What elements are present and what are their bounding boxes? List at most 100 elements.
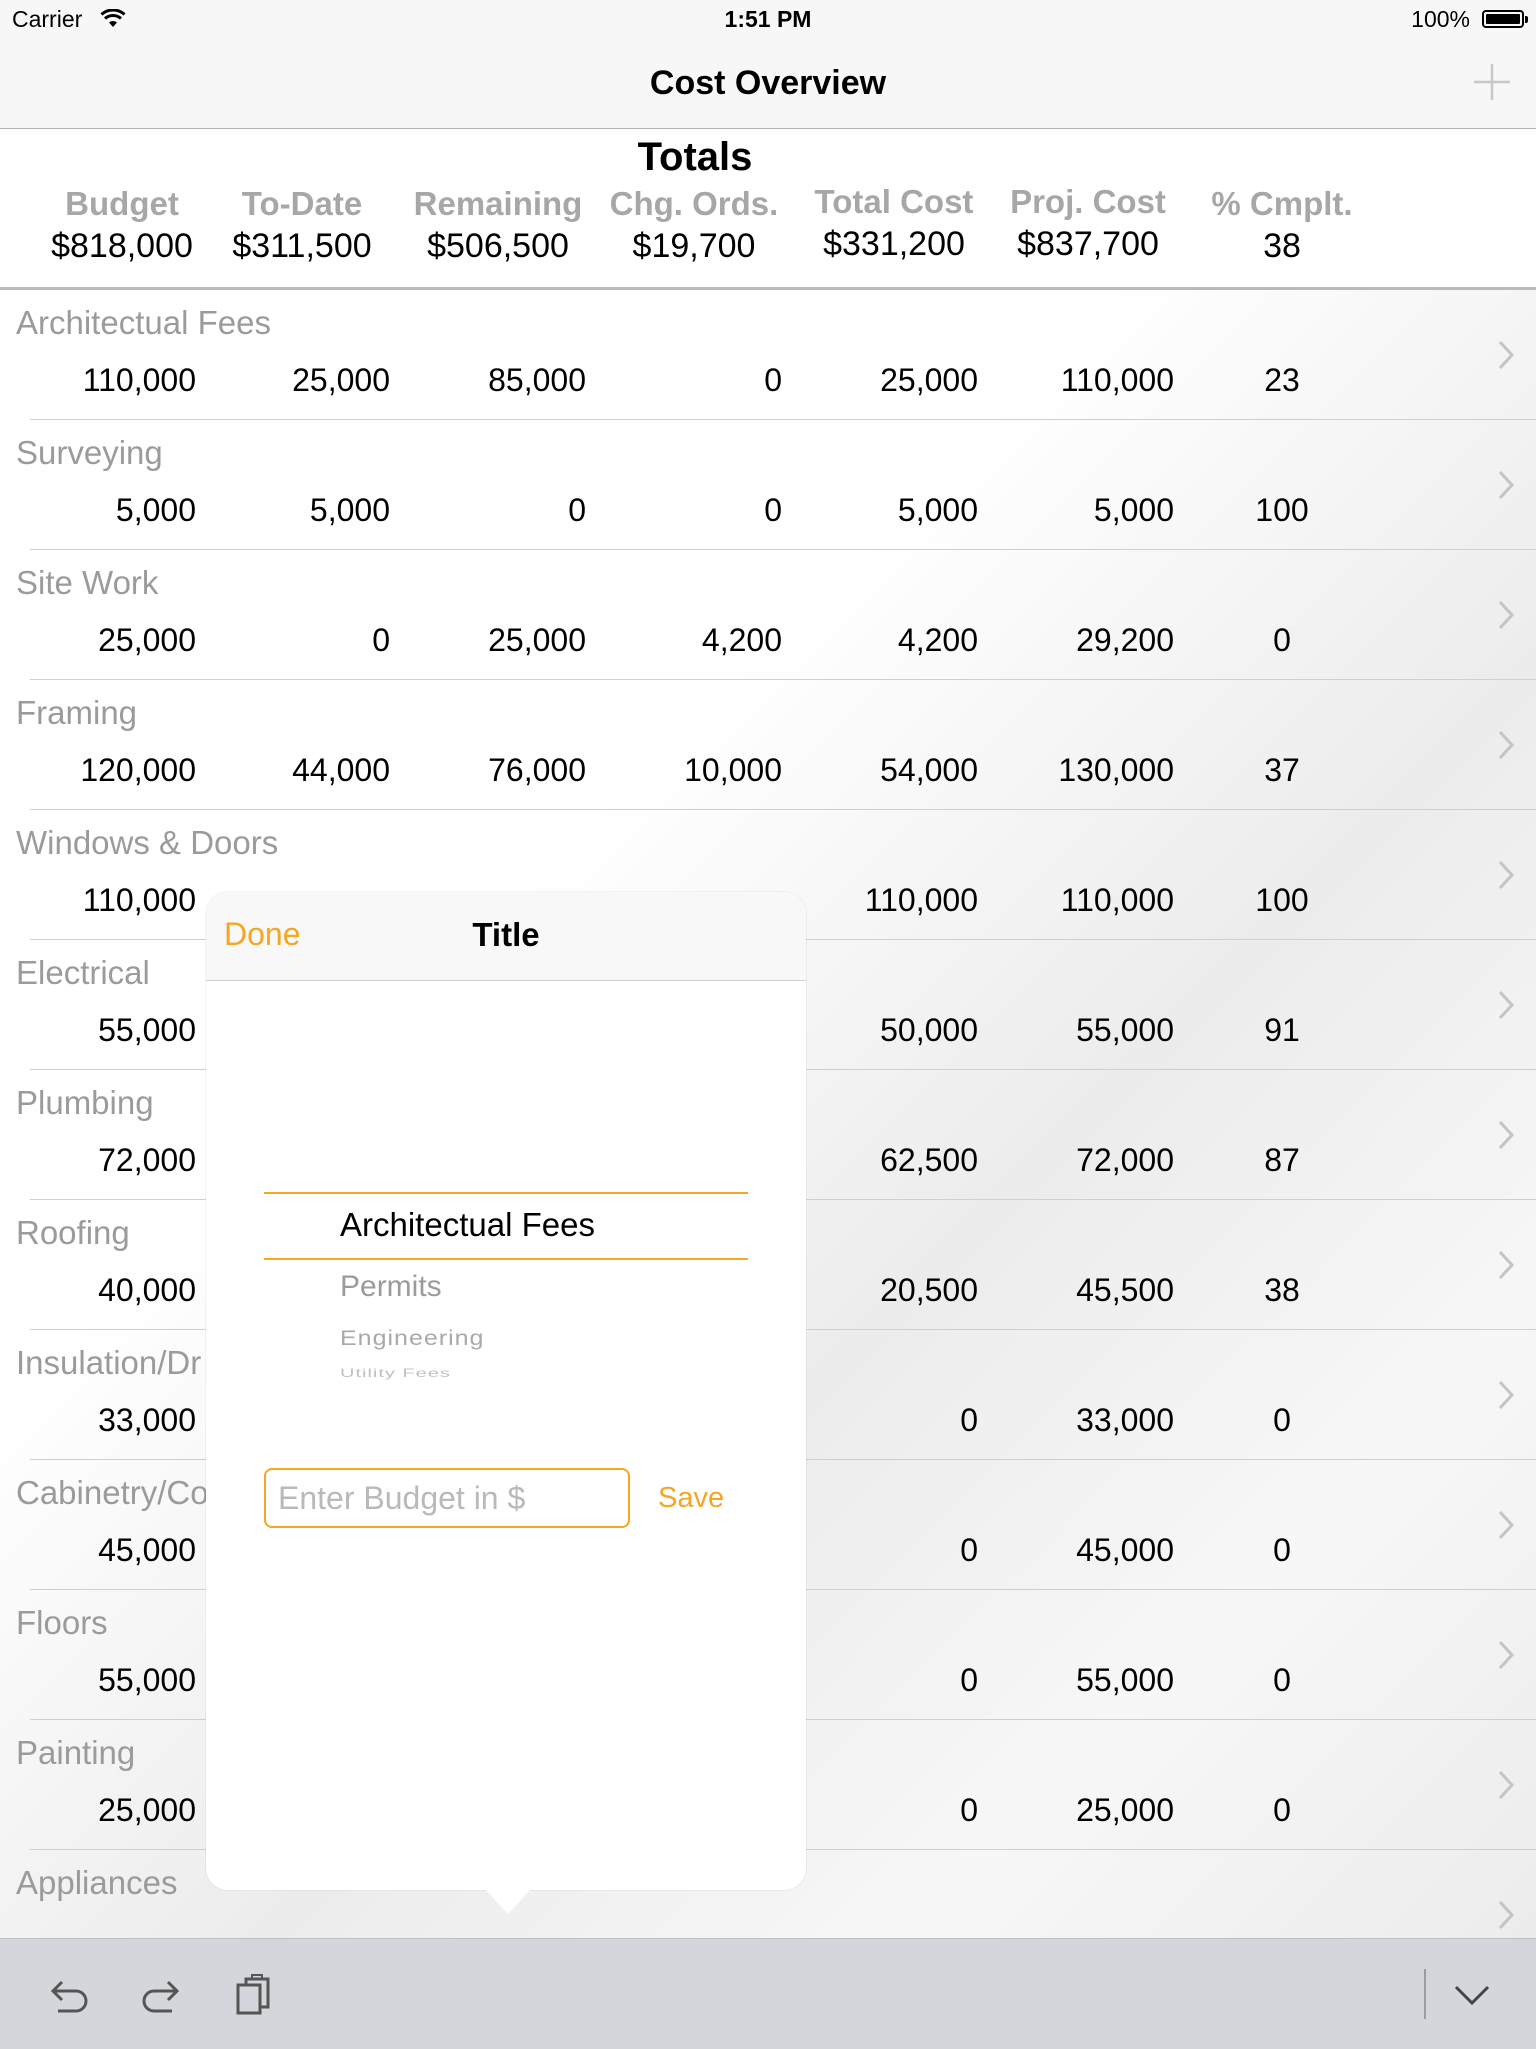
percent-complete-cell: 0 [1273, 1662, 1291, 1698]
total-column-value: $331,200 [823, 225, 965, 263]
amount-cell: 55,000 [98, 1662, 196, 1698]
amount-cell: 72,000 [1076, 1142, 1174, 1178]
amount-cell: 25,000 [1076, 1792, 1174, 1828]
amount-cell: 120,000 [80, 752, 196, 788]
picker-option[interactable]: Engineering [340, 1326, 484, 1351]
undo-icon[interactable] [46, 1973, 94, 2019]
cost-item-name: Architectual Fees [16, 304, 271, 341]
cost-item-name: Windows & Doors [16, 824, 279, 861]
budget-input[interactable] [264, 1468, 630, 1528]
amount-cell: 0 [960, 1402, 978, 1438]
amount-cell: 0 [960, 1532, 978, 1568]
picker-option-selected[interactable]: Architectual Fees [340, 1206, 595, 1244]
total-column-label: Chg. Ords. [609, 185, 779, 222]
amount-cell: 33,000 [1076, 1402, 1174, 1438]
page-title: Cost Overview [649, 64, 887, 102]
cost-item-row[interactable]: Architectual Fees 110,000 25,000 85,000 0 25,… [0, 290, 1536, 420]
amount-cell: 25,000 [98, 1792, 196, 1828]
chevron-right-icon[interactable] [1496, 468, 1516, 502]
percent-complete-cell: 91 [1264, 1012, 1300, 1048]
chevron-right-icon[interactable] [1496, 858, 1516, 892]
chevron-right-icon[interactable] [1496, 1118, 1516, 1152]
chevron-right-icon[interactable] [1496, 1378, 1516, 1412]
amount-cell: 29,200 [1076, 622, 1174, 658]
cost-item-name: Electrical [16, 954, 150, 991]
amount-cell: 45,000 [1076, 1532, 1174, 1568]
amount-cell: 25,000 [292, 362, 390, 398]
cost-item-row[interactable]: Surveying 5,000 5,000 0 0 5,000 5,000 100 [0, 420, 1536, 550]
amount-cell: 54,000 [880, 752, 978, 788]
picker-selection-line-bottom [264, 1258, 748, 1260]
amount-cell: 25,000 [880, 362, 978, 398]
amount-cell: 40,000 [98, 1272, 196, 1308]
total-column-value: $506,500 [427, 227, 569, 265]
save-button[interactable]: Save [658, 1482, 724, 1515]
total-projected-cost: Proj. Cost $837,700 [990, 183, 1186, 264]
total-percent-complete: % Cmplt. 38 [1184, 185, 1380, 266]
add-button[interactable] [1470, 60, 1514, 104]
plus-icon [1474, 64, 1510, 100]
chevron-right-icon[interactable] [1496, 1508, 1516, 1542]
amount-cell: 44,000 [292, 752, 390, 788]
chevron-down-icon[interactable] [1448, 1973, 1496, 2019]
amount-cell: 5,000 [897, 492, 978, 528]
amount-cell: 0 [372, 622, 390, 658]
chevron-right-icon[interactable] [1496, 598, 1516, 632]
total-budget: Budget $818,000 [24, 185, 220, 266]
popover-title: Title [472, 916, 540, 953]
cost-item-name: Plumbing [16, 1084, 154, 1121]
cost-item-name: Insulation/Dr [16, 1344, 202, 1381]
total-column-label: Budget [65, 185, 179, 222]
percent-complete-cell: 0 [1273, 1402, 1291, 1438]
amount-cell: 62,500 [880, 1142, 978, 1178]
chevron-right-icon[interactable] [1496, 1898, 1516, 1932]
toolbar-divider [1424, 1969, 1426, 2019]
redo-icon[interactable] [136, 1973, 184, 2019]
navigation-bar: Cost Overview [0, 40, 1536, 129]
amount-cell: 5,000 [309, 492, 390, 528]
title-picker-wheel[interactable]: Architectual Fees Permits Engineering Ut… [264, 1192, 748, 1412]
amount-cell: 5,000 [115, 492, 196, 528]
cost-item-name: Roofing [16, 1214, 130, 1251]
amount-cell: 0 [764, 492, 782, 528]
cost-item-name: Surveying [16, 434, 163, 471]
percent-complete-cell: 100 [1255, 492, 1309, 528]
total-column-value: $311,500 [232, 227, 372, 265]
chevron-right-icon[interactable] [1496, 1638, 1516, 1672]
percent-complete-cell: 23 [1264, 362, 1300, 398]
cost-item-name: Painting [16, 1734, 136, 1771]
amount-cell: 55,000 [1076, 1012, 1174, 1048]
amount-cell: 76,000 [488, 752, 586, 788]
percent-complete-cell: 87 [1264, 1142, 1300, 1178]
picker-option[interactable]: Utility Fees [340, 1367, 451, 1381]
amount-cell: 50,000 [880, 1012, 978, 1048]
cost-item-row[interactable]: Site Work 25,000 0 25,000 4,200 4,200 29,200 0 [0, 550, 1536, 680]
chevron-right-icon[interactable] [1496, 1768, 1516, 1802]
amount-cell: 10,000 [684, 752, 782, 788]
chevron-right-icon[interactable] [1496, 1248, 1516, 1282]
picker-option[interactable]: Permits [340, 1270, 442, 1304]
popover-arrow [484, 1888, 532, 1914]
bottom-toolbar [0, 1938, 1536, 2049]
amount-cell: 85,000 [488, 362, 586, 398]
total-column-value: $19,700 [632, 227, 756, 265]
amount-cell: 0 [764, 362, 782, 398]
amount-cell: 0 [960, 1792, 978, 1828]
percent-complete-cell: 0 [1273, 622, 1291, 658]
title-picker-popover: Done Title Architectual Fees Permits Eng… [206, 892, 806, 1890]
percent-complete-cell: 38 [1264, 1272, 1300, 1308]
cost-item-row[interactable]: Framing 120,000 44,000 76,000 10,000 54,000 13… [0, 680, 1536, 810]
amount-cell: 110,000 [1060, 882, 1174, 918]
amount-cell: 33,000 [98, 1402, 196, 1438]
amount-cell: 110,000 [864, 882, 978, 918]
picker-selection-line-top [264, 1192, 748, 1194]
chevron-right-icon[interactable] [1496, 338, 1516, 372]
amount-cell: 0 [960, 1662, 978, 1698]
amount-cell: 72,000 [98, 1142, 196, 1178]
chevron-right-icon[interactable] [1496, 988, 1516, 1022]
percent-complete-cell: 0 [1273, 1532, 1291, 1568]
percent-complete-cell: 100 [1255, 882, 1309, 918]
clipboard-icon[interactable] [230, 1973, 278, 2019]
chevron-right-icon[interactable] [1496, 728, 1516, 762]
amount-cell: 4,200 [897, 622, 978, 658]
